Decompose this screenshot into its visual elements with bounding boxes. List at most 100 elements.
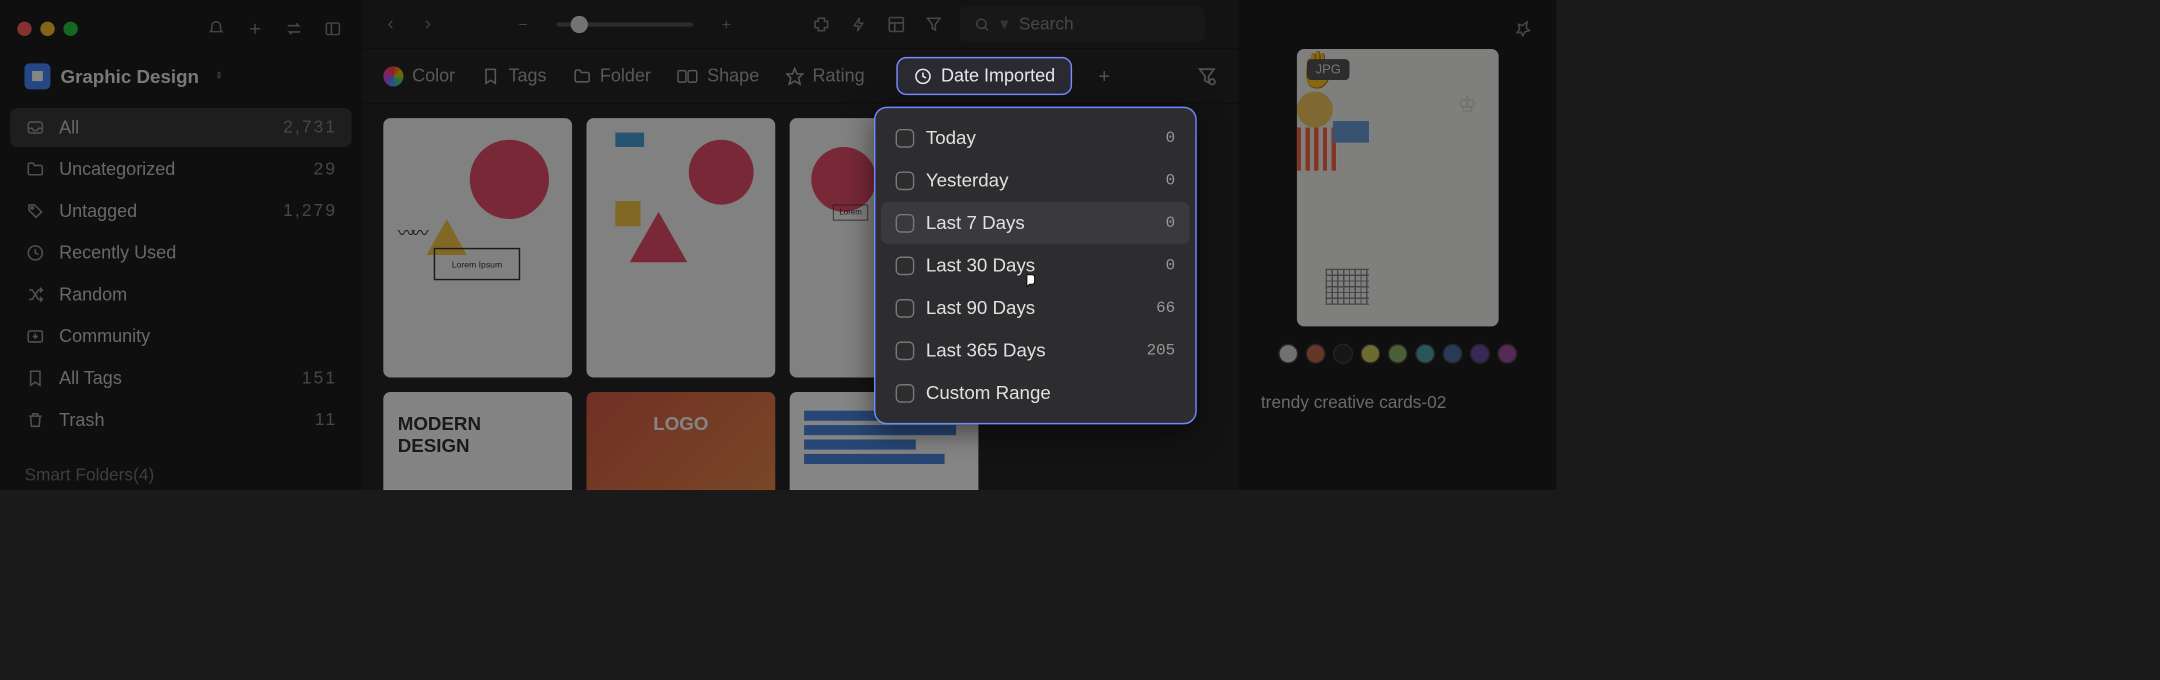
- dropdown-option-last-90-days[interactable]: Last 90 Days 66: [881, 287, 1189, 330]
- back-button[interactable]: [379, 13, 402, 36]
- library-switcher[interactable]: Graphic Design: [0, 50, 362, 102]
- filter-color[interactable]: Color: [383, 66, 455, 87]
- color-ring-icon: [383, 66, 403, 86]
- grid-item[interactable]: MODERN DESIGN: [383, 392, 572, 490]
- sidebar-item-untagged[interactable]: Untagged 1,279: [10, 192, 352, 231]
- option-label: Yesterday: [926, 169, 1009, 191]
- close-window[interactable]: [17, 22, 31, 36]
- dropdown-option-today[interactable]: Today 0: [881, 117, 1189, 160]
- preview-image[interactable]: JPG ✋ ♔: [1297, 49, 1499, 326]
- decorative: [1297, 92, 1333, 128]
- shape-icon: [677, 67, 699, 84]
- color-swatch[interactable]: [1306, 344, 1326, 364]
- filter-label: Tags: [508, 66, 546, 87]
- sidebar-item-all-tags[interactable]: All Tags 151: [10, 359, 352, 398]
- color-swatch[interactable]: [1360, 344, 1380, 364]
- download-icon: [24, 326, 46, 348]
- extensions-icon[interactable]: [810, 13, 833, 36]
- zoom-slider[interactable]: [556, 22, 693, 26]
- file-format-badge: JPG: [1307, 59, 1350, 80]
- dropdown-option-last-365-days[interactable]: Last 365 Days 205: [881, 329, 1189, 372]
- option-label: Last 30 Days: [926, 254, 1035, 276]
- sidebar-item-count: 11: [315, 410, 337, 430]
- checkbox[interactable]: [896, 171, 915, 190]
- filter-bar: Color Tags Folder Shape Rating Date Impo…: [362, 49, 1240, 104]
- option-count: 0: [1166, 214, 1176, 232]
- color-swatch[interactable]: [1470, 344, 1490, 364]
- checkbox[interactable]: [896, 384, 915, 403]
- decorative: ♔: [1458, 92, 1477, 117]
- inbox-icon: [24, 117, 46, 139]
- add-filter-button[interactable]: +: [1098, 64, 1110, 87]
- layout-icon[interactable]: [885, 13, 908, 36]
- notifications-icon[interactable]: [205, 17, 228, 40]
- checkbox[interactable]: [896, 256, 915, 275]
- clock-icon: [914, 67, 933, 86]
- library-icon: [24, 63, 50, 89]
- filename-field[interactable]: trendy creative cards-02: [1261, 385, 1535, 420]
- dropdown-option-custom-range[interactable]: Custom Range: [881, 372, 1189, 415]
- filter-folder[interactable]: Folder: [572, 66, 650, 87]
- checkbox[interactable]: [896, 129, 915, 148]
- grid-item[interactable]: 〰〰 Lorem Ipsum: [383, 118, 572, 377]
- smart-folders-header[interactable]: Smart Folders(4): [0, 448, 362, 491]
- filter-settings-icon[interactable]: [1196, 65, 1218, 87]
- minimize-window[interactable]: [40, 22, 54, 36]
- dropdown-option-yesterday[interactable]: Yesterday 0: [881, 159, 1189, 202]
- shuffle-icon: [24, 284, 46, 306]
- search-icon: [974, 16, 990, 32]
- filter-rating[interactable]: Rating: [785, 66, 864, 87]
- dropdown-option-last-7-days[interactable]: Last 7 Days 0: [881, 202, 1189, 245]
- card-text: Lorem: [833, 205, 868, 221]
- sidebar-item-community[interactable]: Community: [10, 317, 352, 356]
- sidebar-item-random[interactable]: Random: [10, 275, 352, 314]
- card-text: MODERN DESIGN: [398, 414, 558, 457]
- grid-item[interactable]: LOGO: [586, 392, 775, 490]
- option-count: 0: [1166, 171, 1176, 189]
- sidebar-item-label: Recently Used: [59, 242, 176, 263]
- color-swatch[interactable]: [1333, 344, 1353, 364]
- checkbox[interactable]: [896, 341, 915, 360]
- filter-shape[interactable]: Shape: [677, 66, 759, 87]
- chevron-down-icon: ▾: [1000, 14, 1009, 35]
- folder-icon: [24, 159, 46, 181]
- filter-icon[interactable]: [922, 13, 945, 36]
- clock-icon: [24, 242, 46, 264]
- option-label: Last 365 Days: [926, 339, 1046, 361]
- pin-icon[interactable]: [1512, 17, 1535, 40]
- option-label: Last 90 Days: [926, 297, 1035, 319]
- sidebar-item-count: 2,731: [283, 117, 337, 137]
- color-swatch[interactable]: [1278, 344, 1298, 364]
- color-swatch[interactable]: [1442, 344, 1462, 364]
- color-swatch[interactable]: [1497, 344, 1517, 364]
- date-imported-dropdown: Today 0 Yesterday 0 Last 7 Days 0 Last 3…: [874, 107, 1197, 425]
- toggle-sidebar-icon[interactable]: [321, 17, 344, 40]
- color-swatch[interactable]: [1415, 344, 1435, 364]
- option-label: Today: [926, 127, 976, 149]
- checkbox[interactable]: [896, 299, 915, 318]
- trash-icon: [24, 409, 46, 431]
- color-swatch[interactable]: [1388, 344, 1408, 364]
- checkbox[interactable]: [896, 214, 915, 233]
- grid-item[interactable]: [586, 118, 775, 377]
- sync-icon[interactable]: [282, 17, 305, 40]
- star-icon: [785, 67, 804, 86]
- zoom-in-button[interactable]: [715, 13, 738, 36]
- search-input[interactable]: ▾ Search: [960, 6, 1205, 41]
- sidebar-item-uncategorized[interactable]: Uncategorized 29: [10, 150, 352, 189]
- sidebar-item-count: 151: [302, 368, 337, 388]
- sidebar-item-label: Untagged: [59, 201, 137, 222]
- zoom-out-button[interactable]: [512, 13, 535, 36]
- maximize-window[interactable]: [63, 22, 77, 36]
- bookmark-icon: [24, 367, 46, 389]
- add-icon[interactable]: [244, 17, 267, 40]
- sidebar-item-all[interactable]: All 2,731: [10, 108, 352, 147]
- filter-tags[interactable]: Tags: [481, 66, 546, 87]
- option-count: 205: [1147, 342, 1176, 360]
- sidebar-item-recently-used[interactable]: Recently Used: [10, 233, 352, 272]
- sidebar-item-trash[interactable]: Trash 11: [10, 401, 352, 440]
- filter-date-imported[interactable]: Date Imported: [896, 57, 1072, 95]
- forward-button[interactable]: [416, 13, 439, 36]
- filter-label: Shape: [707, 66, 759, 87]
- actions-icon[interactable]: [847, 13, 870, 36]
